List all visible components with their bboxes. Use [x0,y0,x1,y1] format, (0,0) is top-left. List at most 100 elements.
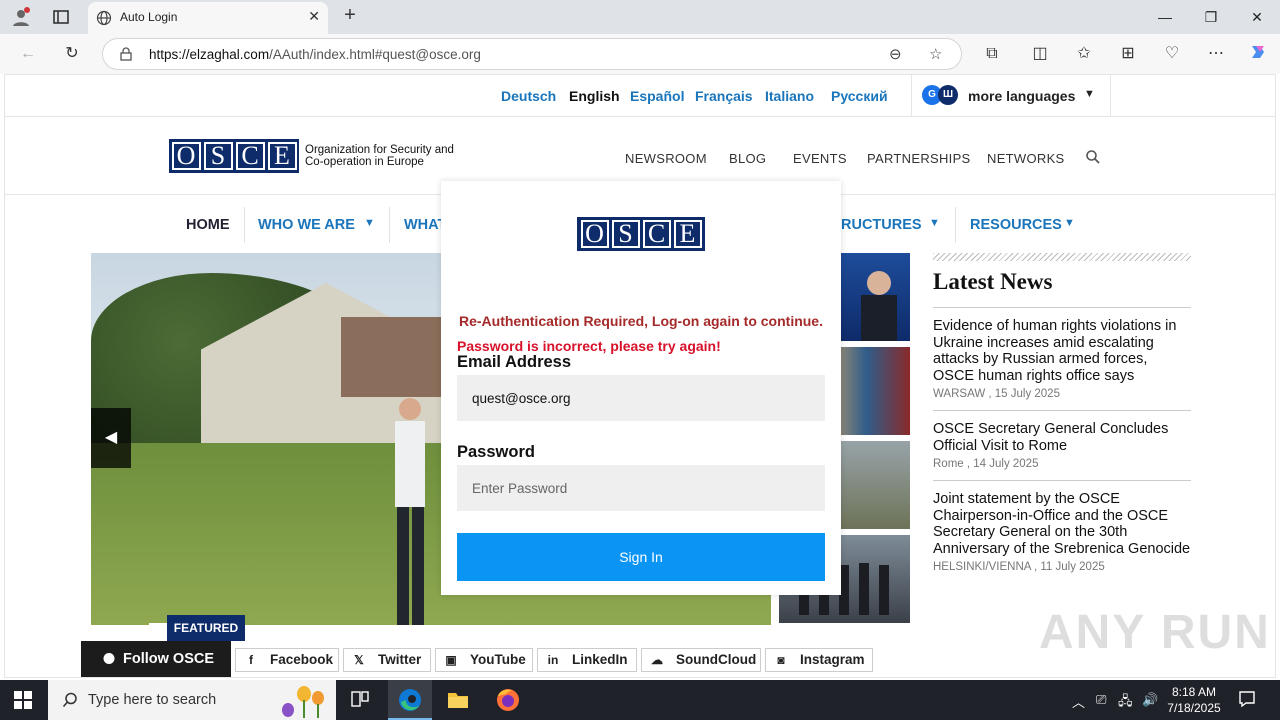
caret-down-icon: ▼ [1084,88,1095,100]
nav-blog[interactable]: BLOG [729,151,766,166]
nav-events[interactable]: EVENTS [793,151,847,166]
tab-title: Auto Login [120,10,178,24]
file-explorer-icon[interactable] [436,680,480,720]
hero-prev-button[interactable]: ◀ [91,408,131,468]
address-bar[interactable]: https://elzaghal.com/AAuth/index.html#qu… [102,38,962,70]
language-bar: Deutsch English Español Français Italian… [5,75,1275,117]
error-message: Password is incorrect, please try again! [457,338,721,354]
site-info-icon[interactable] [119,47,133,61]
follow-osce-label: Follow OSCE [81,641,231,677]
lang-deutsch[interactable]: Deutsch [501,88,556,104]
osce-flag-icon [103,653,115,664]
cyrillic-badge-icon: Ш [938,85,958,105]
edge-browser-icon[interactable] [388,680,432,720]
volume-icon[interactable]: 🔊 [1142,692,1158,708]
browser-tab[interactable]: Auto Login ✕ [88,2,328,34]
search-icon [62,692,77,708]
back-icon[interactable]: ← [16,42,40,66]
windows-start-icon[interactable] [14,691,32,709]
url-text[interactable]: https://elzaghal.com/AAuth/index.html#qu… [149,47,481,62]
x-icon: 𝕏 [354,653,364,667]
latest-news-title: Latest News [933,269,1191,308]
browser-toolbar: ← ↻ https://elzaghal.com/AAuth/index.htm… [0,34,1280,74]
nav-partnerships[interactable]: PARTNERSHIPS [867,151,971,166]
main-nav-resources[interactable]: RESOURCES [970,217,1062,233]
meet-icon[interactable]: ⎚ [1096,692,1106,708]
youtube-link[interactable]: ▣ YouTube [435,648,533,672]
password-field[interactable] [457,465,825,511]
news-item[interactable]: Evidence of human rights violations in U… [933,308,1191,411]
instagram-icon: ◙ [777,653,785,667]
twitter-link[interactable]: 𝕏 Twitter [343,648,431,672]
soundcloud-icon: ☁ [651,653,663,667]
minimize-icon[interactable]: — [1142,6,1188,28]
password-label: Password [457,443,535,461]
featured-badge: FEATURED [167,615,245,641]
lang-english[interactable]: English [569,88,620,104]
latest-news: Latest News Evidence of human rights vio… [933,253,1191,583]
extensions-icon[interactable]: ⧉ [980,42,1004,66]
anyrun-watermark: ANY RUN [1039,606,1271,659]
tab-actions-icon[interactable] [50,6,72,28]
youtube-icon: ▣ [445,653,457,667]
lang-francais[interactable]: Français [695,88,753,104]
more-menu-icon[interactable]: ⋯ [1204,42,1228,66]
facebook-link[interactable]: f Facebook [235,648,339,672]
favorites-icon[interactable]: ✩ [1072,42,1096,66]
modal-osce-logo: O S C E [577,217,705,251]
restore-icon[interactable]: ❐ [1188,6,1234,28]
reader-icon[interactable]: ⊖ [889,45,902,63]
lang-italiano[interactable]: Italiano [765,88,814,104]
copilot-icon[interactable] [1246,42,1270,66]
person-figure [395,398,425,625]
news-item[interactable]: OSCE Secretary General Concludes Officia… [933,411,1191,481]
browser-essentials-icon[interactable]: ♡ [1160,42,1184,66]
taskbar-search-placeholder: Type here to search [88,692,217,708]
soundcloud-link[interactable]: ☁ SoundCloud [641,648,761,672]
task-view-icon[interactable] [338,680,382,720]
facebook-icon: f [249,653,253,667]
logo-text: Organization for Security and Co-operati… [305,144,454,168]
search-icon[interactable] [1085,149,1101,165]
nav-newsroom[interactable]: NEWSROOM [625,151,707,166]
news-item[interactable]: Joint statement by the OSCE Chairperson-… [933,481,1191,583]
taskbar-search[interactable]: Type here to search [48,680,336,720]
lang-espanol[interactable]: Español [630,88,684,104]
tray-overflow-icon[interactable]: ︿ [1072,692,1085,711]
new-tab-icon[interactable]: + [338,4,362,28]
notification-icon[interactable] [1238,690,1256,708]
instagram-link[interactable]: ◙ Instagram [765,648,873,672]
clock[interactable]: 8:18 AM 7/18/2025 [1166,684,1222,716]
taskbar: Type here to search ︿ ⎚ 🖧 🔊 8:18 AM 7/18… [0,680,1280,720]
main-nav-who-we-are[interactable]: WHO WE ARE [258,217,355,233]
main-nav-home[interactable]: HOME [186,217,230,233]
linkedin-icon: in [547,653,559,667]
close-tab-icon[interactable]: ✕ [308,8,320,25]
split-screen-icon[interactable]: ◫ [1028,42,1052,66]
network-icon[interactable]: 🖧 [1118,692,1133,714]
sign-in-button[interactable]: Sign In [457,533,825,581]
caret-down-icon[interactable]: ▼ [929,217,940,229]
osce-logo[interactable]: O S C E Organization for Security and Co… [169,139,465,173]
lang-russian[interactable]: Русский [831,88,888,104]
more-languages-dropdown[interactable]: G Ш more languages ▼ [911,75,1111,117]
nav-networks[interactable]: NETWORKS [987,151,1065,166]
login-modal: O S C E Re-Authentication Required, Log-… [441,181,841,595]
caret-down-icon[interactable]: ▼ [1064,217,1075,229]
close-window-icon[interactable]: ✕ [1234,6,1280,28]
email-field[interactable] [457,375,825,421]
favorite-star-icon[interactable]: ☆ [929,45,942,63]
web-page: Deutsch English Español Français Italian… [4,74,1276,678]
more-languages-label: more languages [968,88,1076,104]
refresh-icon[interactable]: ↻ [60,42,84,66]
main-nav-structures[interactable]: RUCTURES [841,217,922,233]
firefox-icon[interactable] [486,680,530,720]
caret-down-icon[interactable]: ▼ [364,217,375,229]
flowers-icon [282,686,324,718]
globe-icon [96,10,112,26]
collections-icon[interactable]: ⊞ [1116,42,1140,66]
linkedin-link[interactable]: in LinkedIn [537,648,637,672]
profile-icon[interactable] [10,6,32,28]
browser-tab-bar: Auto Login ✕ + — ❐ ✕ [0,0,1280,34]
email-label: Email Address [457,353,572,371]
